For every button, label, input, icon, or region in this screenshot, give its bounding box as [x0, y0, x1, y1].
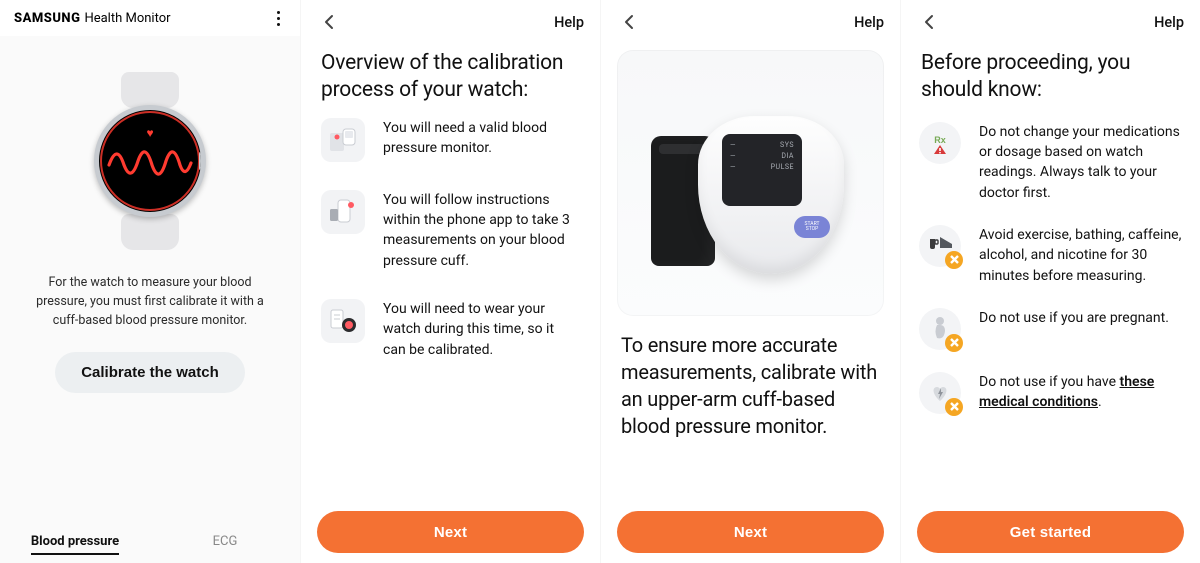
list-item-text: You will follow instructions within the … — [383, 190, 580, 271]
warning-list: Rx Do not change your medications or dos… — [901, 118, 1200, 414]
list-item-text: Do not use if you have these medical con… — [979, 372, 1182, 413]
screen-calibrate-intro: SAMSUNG Health Monitor ♥ For the watch t… — [0, 0, 300, 563]
app-brand: SAMSUNG Health Monitor — [14, 11, 171, 26]
nav-bar: Help — [301, 0, 600, 44]
list-item-text: You will need to wear your watch during … — [383, 299, 580, 360]
screen-warnings: Help Before proceeding, you should know:… — [900, 0, 1200, 563]
overview-list: You will need a valid blood pressure mon… — [301, 118, 600, 360]
chevron-left-icon — [921, 14, 937, 30]
page-title: Before proceeding, you should know: — [901, 44, 1200, 118]
page-title: Overview of the calibration process of y… — [301, 44, 600, 118]
intro-body: ♥ For the watch to measure your blood pr… — [0, 36, 300, 519]
nav-bar: Help — [601, 0, 900, 44]
watch-illustration: ♥ — [80, 66, 220, 256]
list-item: Avoid exercise, bathing, caffeine, alcoh… — [919, 225, 1182, 286]
x-badge-icon — [945, 251, 963, 269]
back-button[interactable] — [617, 10, 641, 34]
page-description: To ensure more accurate measurements, ca… — [601, 332, 900, 440]
intro-description: For the watch to measure your blood pres… — [24, 274, 276, 330]
back-button[interactable] — [317, 10, 341, 34]
back-button[interactable] — [917, 10, 941, 34]
rx-warning-icon: Rx — [919, 122, 961, 164]
list-item: You will follow instructions within the … — [321, 190, 580, 271]
coffee-shoe-icon — [919, 225, 961, 267]
list-item: You will need a valid blood pressure mon… — [321, 118, 580, 162]
screen-cuff-recommendation: Help —SYS —DIA —PULSE STARTSTOP To ensur… — [600, 0, 900, 563]
screen-overview: Help Overview of the calibration process… — [300, 0, 600, 563]
list-item: Do not use if you have these medical con… — [919, 372, 1182, 414]
x-badge-icon — [945, 334, 963, 352]
list-item: Do not use if you are pregnant. — [919, 308, 1182, 350]
list-item: Rx Do not change your medications or dos… — [919, 122, 1182, 203]
kebab-menu-icon[interactable] — [270, 11, 286, 26]
next-button[interactable]: Next — [617, 511, 884, 553]
bp-monitor-illustration: —SYS —DIA —PULSE STARTSTOP — [617, 50, 884, 316]
help-link[interactable]: Help — [854, 14, 884, 31]
next-button[interactable]: Next — [317, 511, 584, 553]
heart-bolt-icon — [919, 372, 961, 414]
watch-wear-icon — [321, 299, 365, 343]
list-item-text: Do not use if you are pregnant. — [979, 308, 1169, 328]
list-item-text: Avoid exercise, bathing, caffeine, alcoh… — [979, 225, 1182, 286]
list-item-text: Do not change your medications or dosage… — [979, 122, 1182, 203]
list-item: You will need to wear your watch during … — [321, 299, 580, 360]
heart-icon: ♥ — [146, 126, 153, 140]
svg-text:Rx: Rx — [934, 135, 946, 145]
calibrate-watch-button[interactable]: Calibrate the watch — [55, 352, 245, 393]
get-started-button[interactable]: Get started — [917, 511, 1184, 553]
pregnant-icon — [919, 308, 961, 350]
phone-measure-icon — [321, 190, 365, 234]
list-item-text: You will need a valid blood pressure mon… — [383, 118, 580, 159]
help-link[interactable]: Help — [554, 14, 584, 31]
bp-device-screen: —SYS —DIA —PULSE — [722, 134, 802, 206]
x-badge-icon — [945, 398, 963, 416]
brand-rest: Health Monitor — [84, 11, 170, 26]
watch-face: ♥ — [94, 105, 206, 217]
bp-monitor-icon — [321, 118, 365, 162]
bp-device-start-button: STARTSTOP — [794, 216, 830, 238]
app-header: SAMSUNG Health Monitor — [0, 0, 300, 36]
bottom-tabs: Blood pressure ECG — [0, 519, 300, 563]
chevron-left-icon — [321, 14, 337, 30]
help-link[interactable]: Help — [1154, 14, 1184, 31]
tab-ecg[interactable]: ECG — [150, 534, 300, 553]
chevron-left-icon — [621, 14, 637, 30]
nav-bar: Help — [901, 0, 1200, 44]
tab-blood-pressure[interactable]: Blood pressure — [0, 534, 150, 553]
bp-device-body: —SYS —DIA —PULSE STARTSTOP — [698, 116, 844, 274]
brand-bold: SAMSUNG — [14, 11, 80, 26]
